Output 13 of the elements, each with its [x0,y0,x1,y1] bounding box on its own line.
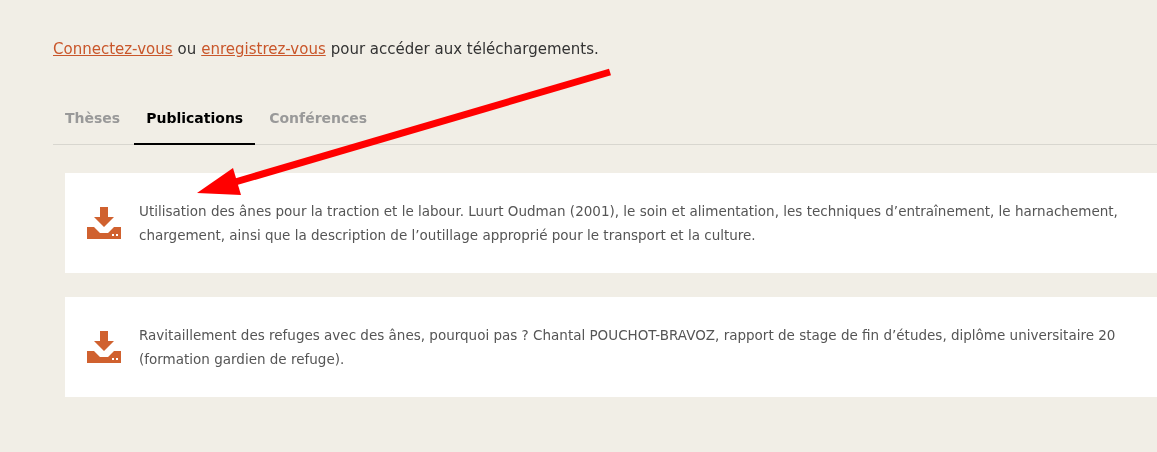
publication-text: (formation gardien de refuge). [139,351,346,367]
notice-text: pour accéder aux téléchargements. [330,40,599,58]
tab[interactable]: Publications [134,96,256,145]
register-link[interactable]: enregistrez-vous [201,40,326,58]
tab[interactable]: Conférences [257,96,380,145]
download-icon[interactable] [87,207,121,239]
tab[interactable]: Thèses [53,96,133,145]
download-icon[interactable] [87,331,121,363]
publication-text: Ravitaillement des refuges avec des ânes, pourquoi pas ? Chantal POUCHOT-BRAVOZ, rapport de stage de fin d’études, diplôme universitaire 20 [139,327,1116,343]
notice-text: ou [177,40,197,58]
publication-text: chargement, ainsi que la description de l’outillage approprié pour le transport et la culture. [139,227,757,243]
publication-text: Utilisation des ânes pour la traction et le labour. Luurt Oudman (2001), le soin et alimentation, les techniques d’entraînement, le harnachement, [139,203,1118,219]
login-link[interactable]: Connectez-vous [53,40,173,58]
